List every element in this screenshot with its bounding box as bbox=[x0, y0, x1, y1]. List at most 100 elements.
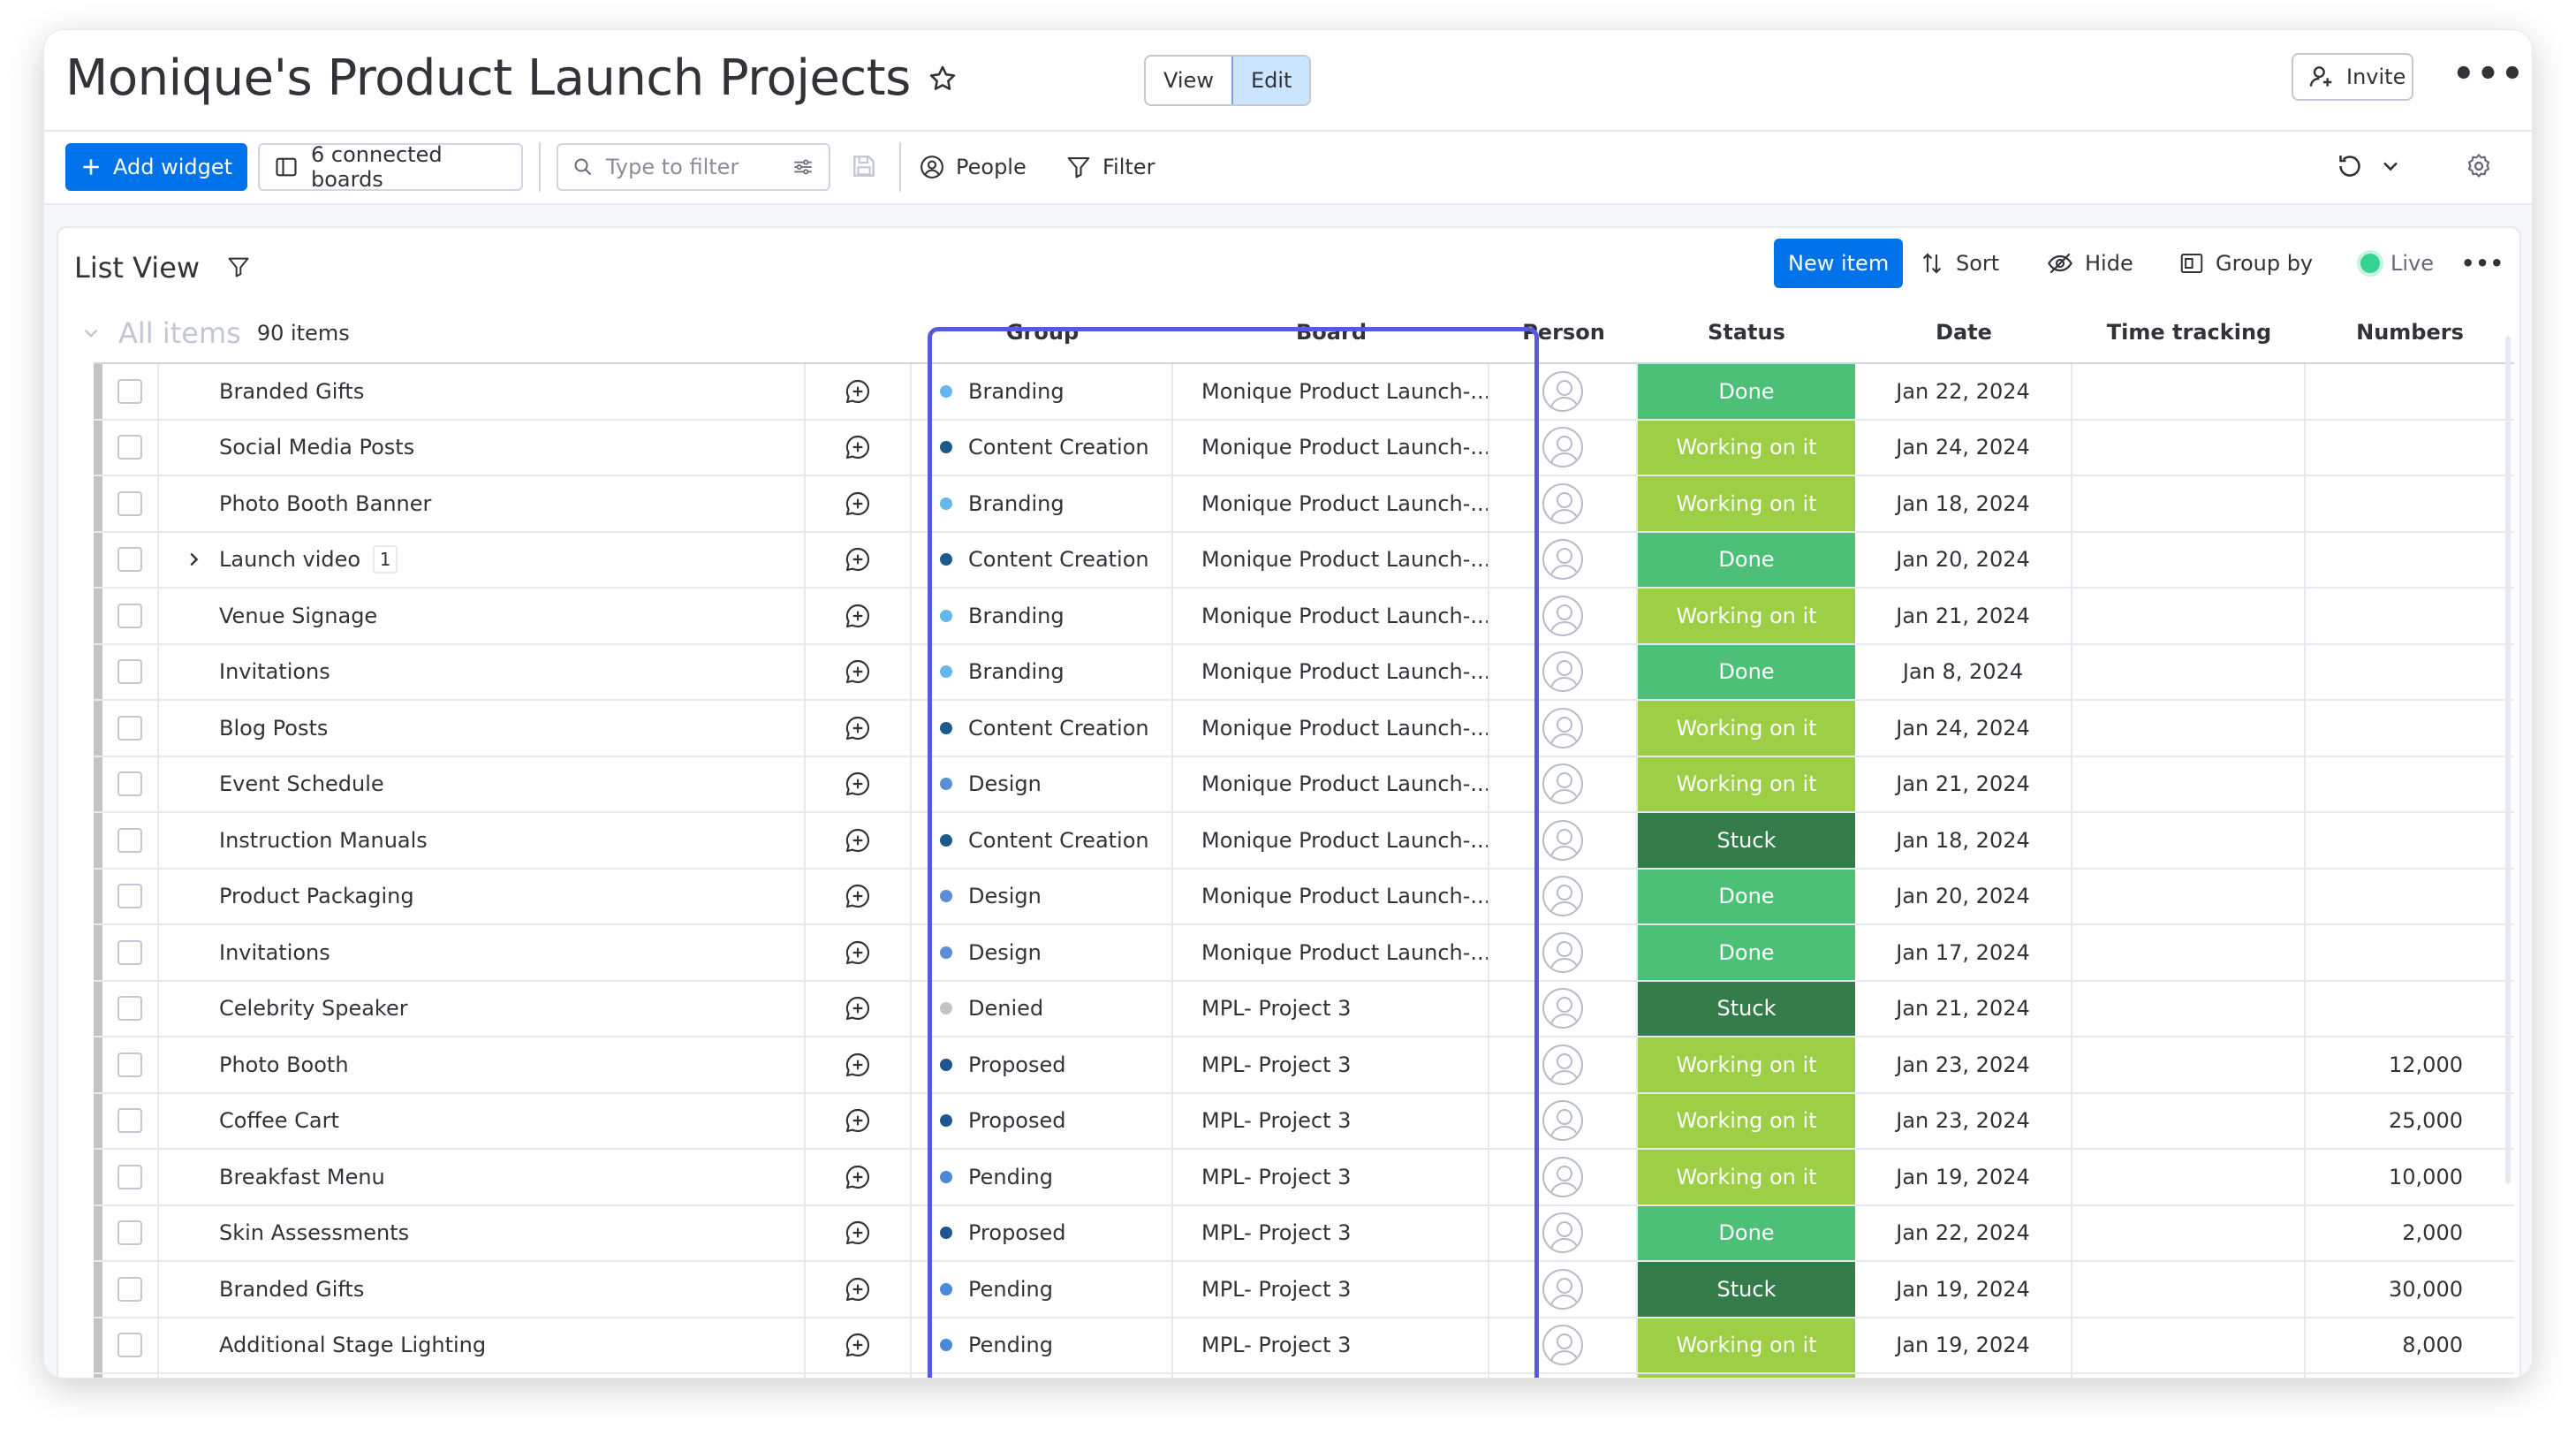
status-cell[interactable]: Working on it bbox=[1638, 756, 1855, 811]
new-item-button[interactable]: New item bbox=[1774, 239, 1904, 288]
group-cell[interactable]: Branding bbox=[912, 644, 1173, 699]
board-cell[interactable]: Monique Product Launch-... bbox=[1173, 813, 1489, 868]
item-name-cell[interactable]: Branded Gifts bbox=[159, 1262, 806, 1317]
status-cell[interactable]: Done bbox=[1638, 925, 1855, 980]
add-widget-button[interactable]: Add widget bbox=[65, 143, 247, 191]
person-cell[interactable] bbox=[1489, 925, 1638, 980]
person-cell[interactable] bbox=[1489, 644, 1638, 699]
row-checkbox[interactable] bbox=[117, 771, 142, 797]
status-cell[interactable] bbox=[1638, 1374, 1855, 1378]
numbers-cell[interactable]: 2,000 bbox=[2306, 1206, 2514, 1261]
table-row[interactable]: Branded Gifts Pending MPL- Project 3 Stu… bbox=[94, 1262, 2514, 1318]
status-cell[interactable]: Working on it bbox=[1638, 1318, 1855, 1372]
add-update-icon[interactable] bbox=[844, 1219, 872, 1247]
status-cell[interactable]: Working on it bbox=[1638, 1150, 1855, 1204]
date-cell[interactable]: Jan 22, 2024 bbox=[1855, 1205, 2072, 1260]
row-checkbox[interactable] bbox=[117, 603, 142, 628]
numbers-cell[interactable] bbox=[2306, 757, 2514, 812]
item-name-cell[interactable]: Blog Posts bbox=[159, 701, 806, 756]
date-cell[interactable]: Jan 23, 2024 bbox=[1855, 1037, 2072, 1092]
status-cell[interactable]: Stuck bbox=[1638, 1262, 1855, 1317]
date-cell[interactable]: Jan 20, 2024 bbox=[1855, 532, 2072, 587]
edit-mode-button[interactable]: Edit bbox=[1231, 57, 1310, 104]
filter-search-input[interactable]: Type to filter bbox=[557, 143, 830, 191]
item-name-cell[interactable]: Invitations bbox=[159, 925, 806, 980]
date-cell[interactable]: Jan 8, 2024 bbox=[1855, 644, 2072, 699]
row-checkbox[interactable] bbox=[117, 1276, 142, 1302]
column-header-date[interactable]: Date bbox=[1855, 315, 2072, 350]
person-cell[interactable] bbox=[1489, 420, 1638, 475]
numbers-cell[interactable] bbox=[2306, 476, 2514, 531]
column-header-person[interactable]: Person bbox=[1489, 315, 1638, 350]
board-cell[interactable]: Monique Product Launch-... bbox=[1173, 364, 1489, 419]
save-icon[interactable] bbox=[850, 152, 878, 180]
group-cell[interactable]: Pending bbox=[912, 1262, 1173, 1317]
date-cell[interactable]: Jan 17, 2024 bbox=[1855, 925, 2072, 980]
group-cell[interactable]: Pending bbox=[912, 1150, 1173, 1204]
person-cell[interactable] bbox=[1489, 532, 1638, 587]
table-row[interactable]: Blog Posts Content Creation Monique Prod… bbox=[94, 701, 2514, 757]
group-by-button[interactable]: Group by bbox=[2178, 239, 2313, 288]
person-cell[interactable] bbox=[1489, 364, 1638, 419]
time-tracking-cell[interactable] bbox=[2072, 476, 2306, 531]
column-header-time-tracking[interactable]: Time tracking bbox=[2072, 315, 2306, 350]
board-cell[interactable]: MPL- Project 3 bbox=[1173, 1262, 1489, 1317]
numbers-cell[interactable] bbox=[2306, 701, 2514, 756]
item-name-cell[interactable]: Product Packaging bbox=[159, 869, 806, 923]
date-cell[interactable]: Jan 24, 2024 bbox=[1855, 420, 2072, 475]
table-row[interactable]: Photo Booth Banner Branding Monique Prod… bbox=[94, 476, 2514, 533]
funnel-icon[interactable] bbox=[226, 255, 251, 279]
add-update-icon[interactable] bbox=[844, 882, 872, 910]
table-row[interactable]: Launch video 1 Content Creation Monique … bbox=[94, 532, 2514, 589]
numbers-cell[interactable] bbox=[2306, 1374, 2514, 1378]
add-update-icon[interactable] bbox=[844, 938, 872, 967]
table-row[interactable]: Venue Signage Branding Monique Product L… bbox=[94, 589, 2514, 645]
chevron-down-icon[interactable] bbox=[80, 322, 102, 345]
add-update-icon[interactable] bbox=[844, 1275, 872, 1303]
board-cell[interactable]: Monique Product Launch-... bbox=[1173, 701, 1489, 756]
numbers-cell[interactable]: 25,000 bbox=[2306, 1094, 2514, 1149]
column-header-board[interactable]: Board bbox=[1173, 315, 1489, 350]
group-cell[interactable]: Content Creation bbox=[912, 532, 1173, 587]
status-cell[interactable]: Working on it bbox=[1638, 589, 1855, 643]
filter-options-icon[interactable] bbox=[792, 156, 814, 179]
add-update-icon[interactable] bbox=[844, 1331, 872, 1359]
board-cell[interactable]: MPL- Project 3 bbox=[1173, 1037, 1489, 1092]
group-cell[interactable]: Proposed bbox=[912, 1093, 1173, 1148]
add-update-icon[interactable] bbox=[844, 1106, 872, 1135]
group-cell[interactable]: Branding bbox=[912, 476, 1173, 531]
numbers-cell[interactable]: 8,000 bbox=[2306, 1318, 2514, 1373]
column-header-status[interactable]: Status bbox=[1638, 315, 1855, 350]
time-tracking-cell[interactable] bbox=[2072, 869, 2306, 923]
live-toggle[interactable]: Live bbox=[2360, 239, 2434, 288]
item-name-cell[interactable]: Social Media Posts bbox=[159, 420, 806, 475]
item-name-cell[interactable]: Invitations bbox=[159, 644, 806, 699]
group-cell[interactable]: Design bbox=[912, 869, 1173, 923]
star-icon[interactable] bbox=[928, 64, 958, 94]
board-cell[interactable]: MPL- Project 3 bbox=[1173, 1318, 1489, 1372]
board-cell[interactable] bbox=[1173, 1374, 1489, 1378]
add-update-icon[interactable] bbox=[844, 1163, 872, 1191]
add-update-icon[interactable] bbox=[844, 1051, 872, 1079]
time-tracking-cell[interactable] bbox=[2072, 532, 2306, 587]
table-row[interactable]: Branded Gifts Branding Monique Product L… bbox=[94, 364, 2514, 421]
board-cell[interactable]: MPL- Project 3 bbox=[1173, 1093, 1489, 1148]
board-cell[interactable]: Monique Product Launch-... bbox=[1173, 532, 1489, 587]
time-tracking-cell[interactable] bbox=[2072, 420, 2306, 475]
date-cell[interactable]: Jan 20, 2024 bbox=[1855, 869, 2072, 923]
refresh-icon[interactable] bbox=[2334, 150, 2366, 182]
add-update-icon[interactable] bbox=[844, 545, 872, 574]
status-cell[interactable]: Done bbox=[1638, 364, 1855, 419]
numbers-cell[interactable] bbox=[2306, 421, 2514, 475]
table-row[interactable]: Skin Assessments Proposed MPL- Project 3… bbox=[94, 1205, 2514, 1262]
table-row[interactable] bbox=[94, 1374, 2514, 1378]
item-name-cell[interactable]: Photo Booth Banner bbox=[159, 476, 806, 531]
group-cell[interactable]: Proposed bbox=[912, 1037, 1173, 1092]
board-cell[interactable]: MPL- Project 3 bbox=[1173, 1205, 1489, 1260]
group-cell[interactable]: Branding bbox=[912, 589, 1173, 643]
status-cell[interactable]: Done bbox=[1638, 1205, 1855, 1260]
time-tracking-cell[interactable] bbox=[2072, 1205, 2306, 1260]
time-tracking-cell[interactable] bbox=[2072, 1093, 2306, 1148]
status-cell[interactable]: Working on it bbox=[1638, 1037, 1855, 1092]
numbers-cell[interactable] bbox=[2306, 982, 2514, 1037]
